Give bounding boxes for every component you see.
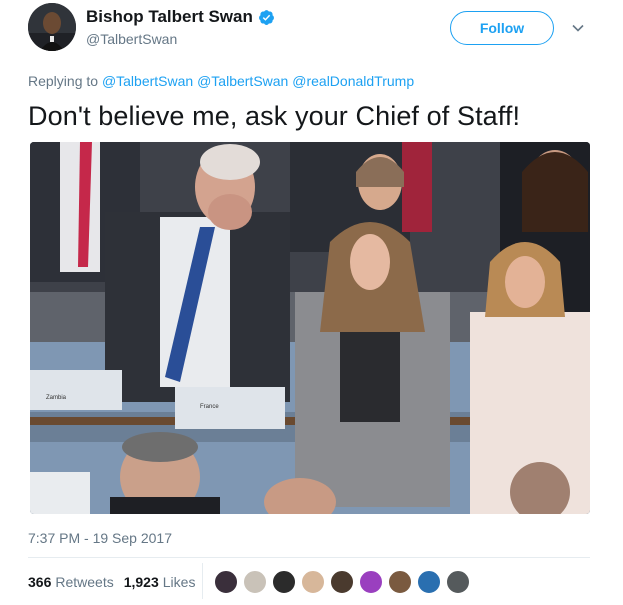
liker-avatar[interactable] xyxy=(359,570,383,594)
liker-avatar[interactable] xyxy=(272,570,296,594)
liker-avatar[interactable] xyxy=(214,570,238,594)
stats-divider xyxy=(202,563,203,599)
reply-mention[interactable]: @TalbertSwan xyxy=(197,73,288,89)
replying-to-line: Replying to @TalbertSwan @TalbertSwan @r… xyxy=(28,73,414,89)
author-display-name[interactable]: Bishop Talbert Swan xyxy=(86,7,253,27)
likes-count: 1,923 xyxy=(123,574,159,590)
liker-avatar[interactable] xyxy=(388,570,412,594)
retweets-label: Retweets xyxy=(55,574,114,590)
tweet-timestamp[interactable]: 7:37 PM - 19 Sep 2017 xyxy=(28,530,172,546)
likes-label: Likes xyxy=(162,574,196,590)
author-name-row[interactable]: Bishop Talbert Swan xyxy=(86,7,275,27)
likes-stat[interactable]: 1,923 Likes xyxy=(124,574,196,590)
photo-image: Zambia France xyxy=(30,142,590,514)
liker-avatar[interactable] xyxy=(243,570,267,594)
divider xyxy=(28,557,590,558)
reply-mention[interactable]: @realDonaldTrump xyxy=(292,73,414,89)
liker-avatars xyxy=(214,570,475,594)
author-avatar[interactable] xyxy=(28,3,76,51)
tweet-stats: 366 Retweets 1,923 Likes xyxy=(28,574,205,590)
retweets-count: 366 xyxy=(28,574,52,590)
replying-to-label: Replying to xyxy=(28,73,99,89)
tweet-text: Don't believe me, ask your Chief of Staf… xyxy=(28,101,521,131)
reply-mention[interactable]: @TalbertSwan xyxy=(102,73,193,89)
tweet-card: Bishop Talbert Swan @TalbertSwan Follow … xyxy=(0,0,623,605)
liker-avatar[interactable] xyxy=(417,570,441,594)
avatar-image xyxy=(28,3,76,51)
chevron-down-icon[interactable] xyxy=(571,21,585,35)
retweets-stat[interactable]: 366 Retweets xyxy=(28,574,114,590)
verified-badge-icon xyxy=(258,9,274,25)
placard-france: France xyxy=(200,404,219,410)
follow-button[interactable]: Follow xyxy=(450,11,554,45)
liker-avatar[interactable] xyxy=(301,570,325,594)
liker-avatar[interactable] xyxy=(330,570,354,594)
liker-avatar[interactable] xyxy=(446,570,470,594)
tweet-photo[interactable]: Zambia France xyxy=(30,142,590,514)
placard-zambia: Zambia xyxy=(46,395,67,401)
author-handle[interactable]: @TalbertSwan xyxy=(86,31,177,47)
